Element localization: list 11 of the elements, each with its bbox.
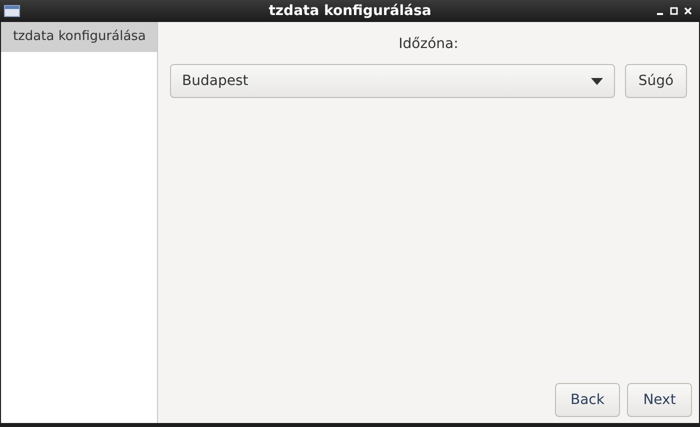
window-title: tzdata konfigurálása <box>268 2 432 20</box>
help-button[interactable]: Súgó <box>625 64 687 98</box>
timezone-label: Időzóna: <box>398 35 458 54</box>
close-icon[interactable] <box>684 7 692 15</box>
sidebar-item[interactable]: tzdata konfigurálása <box>1 22 157 52</box>
nav-button[interactable]: Next <box>627 383 692 417</box>
nav-button[interactable]: Back <box>555 383 620 417</box>
window-icon <box>4 5 20 17</box>
maximize-icon[interactable] <box>670 7 678 15</box>
caret-icon <box>591 78 603 84</box>
timezone-dropdown[interactable]: Budapest <box>170 64 615 98</box>
